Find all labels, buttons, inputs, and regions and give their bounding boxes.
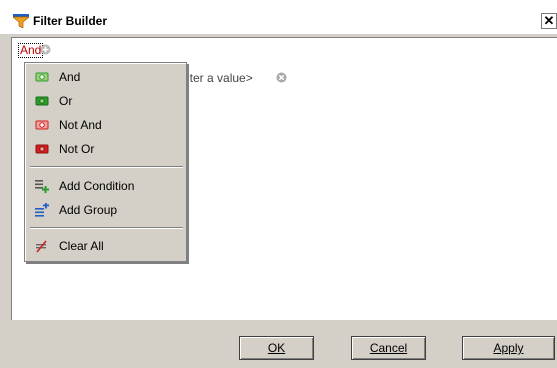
filter-builder-window: Filter Builder ✕ And nter a value> And O… [0, 0, 557, 368]
operator-context-menu: And Or Not And Not Or Add Condition Add … [24, 62, 187, 262]
menu-item-label: And [59, 70, 81, 84]
title-bar: Filter Builder ✕ [0, 0, 557, 34]
cancel-button[interactable]: Cancel [351, 336, 426, 360]
menu-item-label: Not And [59, 118, 102, 132]
filter-app-icon [13, 14, 29, 28]
group-or-icon [35, 96, 49, 106]
add-condition-icon [35, 180, 49, 193]
menu-item-label: Clear All [59, 239, 104, 253]
group-not-and-icon [35, 120, 49, 130]
menu-item-label: Add Condition [59, 179, 135, 193]
close-button[interactable]: ✕ [541, 13, 557, 29]
ok-button[interactable]: OK [239, 336, 314, 360]
menu-item-not-and[interactable]: Not And [29, 114, 183, 136]
menu-separator [30, 227, 183, 229]
add-condition-plus-icon[interactable] [40, 44, 51, 55]
menu-item-add-condition[interactable]: Add Condition [29, 175, 183, 197]
menu-item-clear-all[interactable]: Clear All [29, 235, 183, 257]
menu-item-label: Not Or [59, 142, 95, 156]
menu-item-and[interactable]: And [29, 66, 183, 88]
apply-button-label: Apply [493, 341, 524, 355]
add-group-icon [35, 203, 49, 217]
group-not-or-icon [35, 144, 49, 154]
menu-item-label: Add Group [59, 203, 118, 217]
group-and-icon [35, 72, 49, 82]
apply-button[interactable]: Apply [462, 336, 555, 360]
clear-all-icon [36, 240, 47, 253]
window-title: Filter Builder [33, 14, 108, 28]
cancel-button-label: Cancel [369, 341, 408, 355]
menu-separator [30, 166, 183, 168]
menu-item-label: Or [59, 94, 73, 108]
remove-condition-icon[interactable] [276, 72, 287, 83]
menu-item-not-or[interactable]: Not Or [29, 138, 183, 160]
menu-item-or[interactable]: Or [29, 90, 183, 112]
close-icon: ✕ [543, 13, 555, 28]
menu-item-add-group[interactable]: Add Group [29, 199, 183, 221]
ok-button-label: OK [267, 341, 286, 355]
condition-value-placeholder[interactable]: nter a value> [183, 71, 253, 85]
